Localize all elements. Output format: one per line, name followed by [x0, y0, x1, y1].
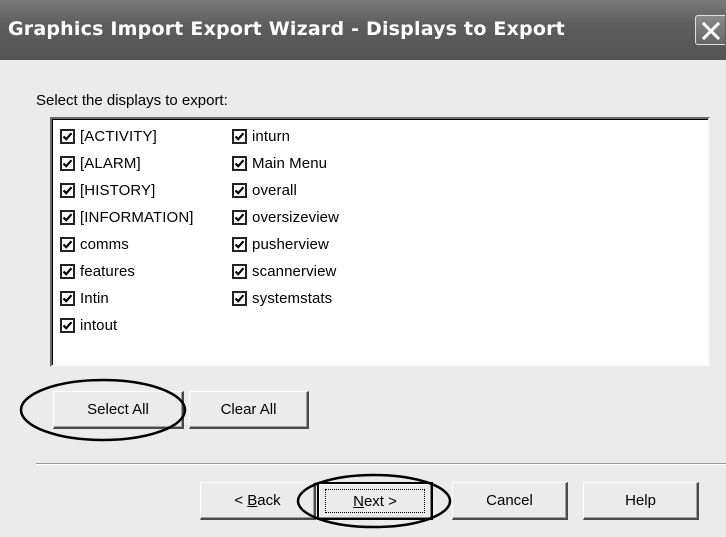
checkbox[interactable] [60, 264, 75, 279]
checklist-item-label: Intin [80, 290, 109, 307]
close-icon [701, 21, 721, 41]
window-title: Graphics Import Export Wizard - Displays… [8, 18, 565, 40]
cancel-label: Cancel [486, 492, 533, 509]
checklist-item-label: systemstats [252, 290, 333, 307]
checkbox[interactable] [232, 183, 247, 198]
checkmark-icon [234, 132, 245, 141]
help-button[interactable]: Help [583, 482, 699, 520]
next-rest: ext > [363, 492, 397, 510]
checklist-item-label: [INFORMATION] [80, 209, 194, 226]
separator-line [36, 463, 726, 465]
checklist-item-features[interactable]: features [60, 258, 194, 285]
checkmark-icon [234, 294, 245, 303]
clear-all-button[interactable]: Clear All [189, 391, 309, 429]
checklist-item-label: Main Menu [252, 155, 328, 172]
checkmark-icon [62, 213, 73, 222]
checklist-item-intin[interactable]: Intin [60, 285, 194, 312]
next-button[interactable]: Next > [317, 482, 433, 520]
checkmark-icon [234, 186, 245, 195]
back-rest: ack [257, 492, 281, 509]
select-all-button[interactable]: Select All [53, 391, 184, 429]
checkbox[interactable] [60, 291, 75, 306]
select-all-label: Select All [87, 401, 149, 418]
close-button[interactable] [695, 15, 725, 45]
checkbox[interactable] [232, 264, 247, 279]
checklist-column-1: [ACTIVITY] [ALARM] [HISTORY] [INFORMATION] c… [60, 123, 194, 339]
cancel-button[interactable]: Cancel [452, 482, 568, 520]
checklist-item-label: inturn [252, 128, 291, 145]
back-mnemonic: B [247, 492, 258, 509]
checklist-item-label: [ACTIVITY] [80, 128, 157, 145]
checklist-item-systemstats[interactable]: systemstats [232, 285, 339, 312]
checklist-item-label: features [80, 263, 135, 280]
checklist-item-label: intout [80, 317, 118, 334]
title-bar[interactable]: Graphics Import Export Wizard - Displays… [0, 0, 726, 60]
back-prefix: < [234, 492, 248, 509]
checklist-item-oversizeview[interactable]: oversizeview [232, 204, 339, 231]
checkbox[interactable] [232, 129, 247, 144]
checkbox[interactable] [60, 129, 75, 144]
next-label: Next > [353, 493, 397, 510]
checklist-item-label: scannerview [252, 263, 337, 280]
checkbox[interactable] [60, 318, 75, 333]
checklist-item-inturn[interactable]: inturn [232, 123, 339, 150]
checkbox[interactable] [232, 237, 247, 252]
clear-all-label: Clear All [220, 401, 277, 418]
checkbox[interactable] [232, 210, 247, 225]
checkmark-icon [62, 240, 73, 249]
checkmark-icon [234, 267, 245, 276]
checkmark-icon [62, 186, 73, 195]
checklist-item-pusherview[interactable]: pusherview [232, 231, 339, 258]
checkmark-icon [62, 132, 73, 141]
checklist-item-main-menu[interactable]: Main Menu [232, 150, 339, 177]
checkmark-icon [62, 267, 73, 276]
checklist-item-activity[interactable]: [ACTIVITY] [60, 123, 194, 150]
checklist-item-label: [HISTORY] [80, 182, 156, 199]
help-label: Help [625, 492, 656, 509]
checkbox[interactable] [232, 156, 247, 171]
checklist-item-label: [ALARM] [80, 155, 141, 172]
checklist-item-alarm[interactable]: [ALARM] [60, 150, 194, 177]
back-label: < Back [234, 492, 280, 509]
back-button[interactable]: < Back [200, 482, 316, 520]
checklist-column-2: inturn Main Menu overall oversizeview pusher… [232, 123, 339, 312]
checklist-item-overall[interactable]: overall [232, 177, 339, 204]
checkmark-icon [62, 159, 73, 168]
checklist-item-comms[interactable]: comms [60, 231, 194, 258]
checkmark-icon [62, 321, 73, 330]
checkbox[interactable] [60, 183, 75, 198]
checklist-item-information[interactable]: [INFORMATION] [60, 204, 194, 231]
checklist-item-scannerview[interactable]: scannerview [232, 258, 339, 285]
checkbox[interactable] [60, 210, 75, 225]
checklist-item-label: pusherview [252, 236, 329, 253]
checklist-item-label: comms [80, 236, 129, 253]
instruction-label: Select the displays to export: [36, 92, 228, 109]
checklist-item-history[interactable]: [HISTORY] [60, 177, 194, 204]
checkbox[interactable] [60, 237, 75, 252]
checkmark-icon [62, 294, 73, 303]
checkmark-icon [234, 213, 245, 222]
displays-checklist[interactable]: [ACTIVITY] [ALARM] [HISTORY] [INFORMATION] c… [50, 117, 710, 367]
checklist-item-label: oversizeview [252, 209, 340, 226]
checklist-item-label: overall [252, 182, 297, 199]
checkbox[interactable] [232, 291, 247, 306]
checkmark-icon [234, 240, 245, 249]
checklist-item-intout[interactable]: intout [60, 312, 194, 339]
next-mnemonic: N [353, 492, 364, 510]
checkmark-icon [234, 159, 245, 168]
wizard-window: Graphics Import Export Wizard - Displays… [0, 0, 726, 537]
checkbox[interactable] [60, 156, 75, 171]
